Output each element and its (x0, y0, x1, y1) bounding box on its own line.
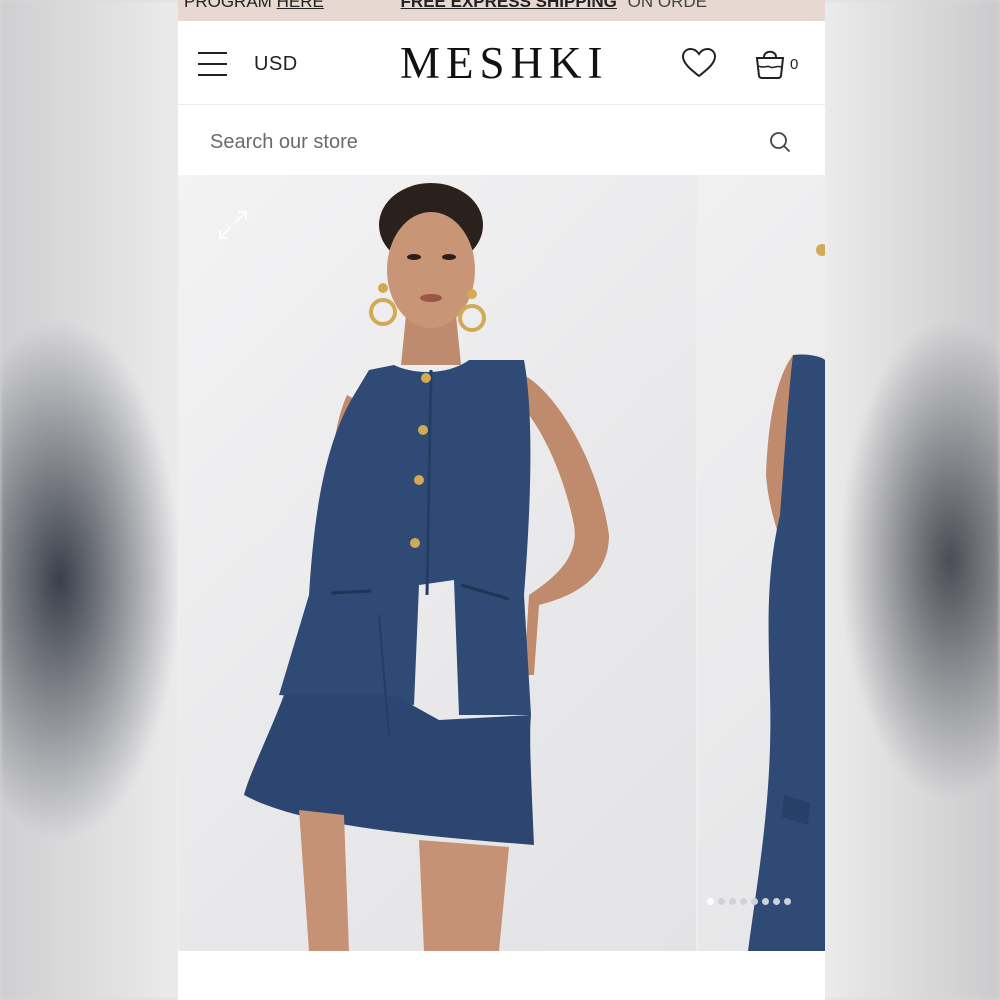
gallery-pagination[interactable] (707, 898, 791, 905)
pagination-dot[interactable] (784, 898, 791, 905)
brand-logo[interactable]: MESHKI (400, 37, 609, 89)
cart-count: 0 (790, 56, 799, 73)
product-gallery[interactable] (178, 175, 825, 951)
product-image-2[interactable] (698, 175, 825, 951)
pagination-dot[interactable] (729, 898, 736, 905)
announcement-link[interactable]: HERE (277, 0, 324, 11)
search-bar[interactable]: Search our store (178, 106, 825, 176)
product-title-area (178, 951, 825, 1000)
pagination-dot[interactable] (762, 898, 769, 905)
pagination-dot[interactable] (718, 898, 725, 905)
product-photo-front (244, 183, 609, 951)
product-photo-side (748, 244, 825, 951)
pagination-dot[interactable] (773, 898, 780, 905)
pagination-dot[interactable] (740, 898, 747, 905)
heart-icon[interactable] (681, 47, 717, 79)
pagination-dot-active[interactable] (707, 898, 714, 905)
announcement-shipping-tail: ON ORDE (627, 0, 707, 11)
mobile-page: PROGRAM HERE FREE EXPRESS SHIPPING ON OR… (178, 0, 825, 1000)
pagination-dot[interactable] (751, 898, 758, 905)
announcement-shipping: FREE EXPRESS SHIPPING (400, 0, 617, 11)
product-image-1[interactable] (179, 175, 696, 951)
menu-icon[interactable] (198, 52, 227, 76)
cart-icon[interactable] (754, 45, 786, 79)
expand-icon[interactable] (217, 209, 249, 241)
announcement-program-text: PROGRAM (184, 0, 272, 11)
search-icon[interactable] (769, 131, 791, 153)
search-input[interactable]: Search our store (210, 131, 358, 154)
currency-selector[interactable]: USD (254, 53, 298, 76)
announcement-bar: PROGRAM HERE FREE EXPRESS SHIPPING ON OR… (178, 0, 825, 21)
site-header: USD MESHKI 0 (178, 21, 825, 105)
